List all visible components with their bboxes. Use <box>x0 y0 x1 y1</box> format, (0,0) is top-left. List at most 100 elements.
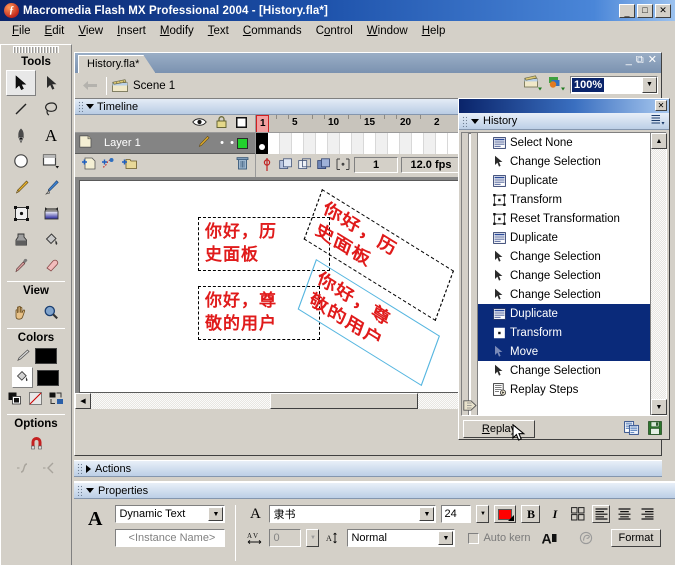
history-item[interactable]: Transform <box>478 190 650 209</box>
doc-minimize-button[interactable]: _ <box>626 54 632 67</box>
line-tool[interactable] <box>6 96 36 122</box>
center-frame-button[interactable] <box>259 156 275 173</box>
history-item[interactable]: Select None <box>478 133 650 152</box>
lock-icon[interactable] <box>216 116 227 131</box>
history-item-selected[interactable]: Duplicate <box>478 304 650 323</box>
outline-icon[interactable] <box>235 116 248 131</box>
layer-row[interactable]: Layer 1 • • <box>75 133 255 154</box>
subselection-tool[interactable] <box>36 70 66 96</box>
menu-help[interactable]: Help <box>415 23 453 39</box>
paint-bucket-tool[interactable] <box>36 226 66 252</box>
keyframe-1[interactable] <box>256 133 268 154</box>
format-button[interactable]: Format <box>610 529 662 547</box>
history-close-icon[interactable]: ✕ <box>655 100 667 111</box>
replay-button[interactable]: Replay <box>463 420 535 438</box>
history-item[interactable]: Change Selection <box>478 152 650 171</box>
text-direction-icon[interactable] <box>569 505 587 523</box>
scene-selector[interactable]: Scene 1 <box>112 79 175 92</box>
edit-multiple-frames-button[interactable] <box>316 156 332 173</box>
history-item-selected[interactable]: Move <box>478 342 650 361</box>
timeline-collapse-arrow[interactable] <box>86 104 94 109</box>
eye-icon[interactable] <box>192 117 207 130</box>
history-collapse-arrow[interactable] <box>471 118 479 124</box>
menu-view[interactable]: View <box>71 23 110 39</box>
timeline-grip[interactable] <box>78 101 83 112</box>
chevron-down-icon[interactable]: ▼ <box>419 507 435 521</box>
text-tool[interactable]: A <box>36 122 66 148</box>
text-color-swatch[interactable] <box>494 505 517 523</box>
menu-modify[interactable]: Modify <box>153 23 201 39</box>
history-undo-slider[interactable] <box>462 133 478 415</box>
history-item[interactable]: Change Selection <box>478 361 650 380</box>
black-and-white-icon[interactable] <box>8 392 22 408</box>
delete-layer-button[interactable] <box>236 156 249 173</box>
history-item[interactable]: Replay Steps <box>478 380 650 399</box>
text-type-select[interactable]: Dynamic Text ▼ <box>115 505 226 523</box>
zoom-combobox[interactable]: 100% ▼ <box>570 75 658 94</box>
panel-options-icon[interactable] <box>651 114 665 129</box>
zoom-dropdown-arrow[interactable]: ▼ <box>642 76 657 93</box>
properties-grip[interactable] <box>77 485 82 496</box>
onion-skin-button[interactable] <box>278 156 294 173</box>
insert-layer-folder-button[interactable] <box>121 157 138 173</box>
back-arrow-icon[interactable] <box>79 77 101 95</box>
actions-expand-arrow[interactable] <box>86 464 91 473</box>
menu-control[interactable]: Control <box>309 23 360 39</box>
chevron-down-icon[interactable]: ▼ <box>208 507 224 521</box>
auto-kern-checkbox[interactable] <box>468 532 480 544</box>
align-right-icon[interactable] <box>638 505 656 523</box>
insert-layer-button[interactable] <box>81 157 97 173</box>
align-center-icon[interactable] <box>615 505 633 523</box>
doc-close-button[interactable]: ✕ <box>648 54 657 67</box>
zoom-level-value[interactable]: 100% <box>572 77 605 92</box>
menu-insert[interactable]: Insert <box>110 23 153 39</box>
history-step-list[interactable]: Select None Change Selection Duplicate T… <box>478 133 650 415</box>
brush-tool[interactable] <box>36 174 66 200</box>
menu-commands[interactable]: Commands <box>236 23 309 39</box>
close-button[interactable]: ✕ <box>655 3 671 18</box>
ink-bottle-tool[interactable] <box>6 226 36 252</box>
history-item[interactable]: Duplicate <box>478 171 650 190</box>
onion-skin-outlines-button[interactable] <box>297 156 313 173</box>
properties-panel-header[interactable]: Properties <box>74 482 675 499</box>
hand-tool[interactable] <box>6 299 36 325</box>
modify-onion-markers-button[interactable] <box>335 156 351 173</box>
eraser-tool[interactable] <box>36 252 66 278</box>
actions-panel-header[interactable]: Actions <box>74 460 662 477</box>
history-item[interactable]: Duplicate <box>478 228 650 247</box>
font-rendering-icon[interactable]: A <box>541 529 559 547</box>
chevron-down-icon[interactable]: ▼ <box>438 531 454 545</box>
menu-window[interactable]: Window <box>360 23 415 39</box>
stroke-color-swatch-wrap[interactable] <box>34 347 58 365</box>
add-motion-guide-button[interactable] <box>101 157 117 173</box>
actions-grip[interactable] <box>77 463 82 474</box>
menu-text[interactable]: Text <box>201 23 236 39</box>
align-left-icon[interactable] <box>592 505 611 523</box>
swap-colors-icon[interactable] <box>49 392 64 408</box>
history-item-selected[interactable]: Transform <box>478 323 650 342</box>
fill-color-swatch[interactable] <box>37 369 59 386</box>
history-vscroll-track[interactable] <box>651 149 666 399</box>
panel-grip[interactable] <box>13 46 59 53</box>
pen-tool[interactable] <box>6 122 36 148</box>
rectangle-tool[interactable] <box>36 148 66 174</box>
edit-scene-icon[interactable] <box>524 75 543 94</box>
fps-field[interactable]: 12.0 fps <box>401 156 461 173</box>
menu-edit[interactable]: Edit <box>38 23 72 39</box>
free-transform-tool[interactable] <box>6 200 36 226</box>
pencil-tool[interactable] <box>6 174 36 200</box>
layer-visibility-dot[interactable]: • <box>217 137 227 149</box>
fill-transform-tool[interactable] <box>36 200 66 226</box>
font-family-select[interactable]: 隶书 ▼ <box>269 505 437 523</box>
playhead-marker[interactable]: 1 <box>256 115 269 132</box>
history-scroll-down-button[interactable]: ▼ <box>651 399 667 415</box>
copy-steps-icon[interactable] <box>624 420 639 438</box>
doc-restore-button[interactable]: ⧉ <box>636 54 644 67</box>
font-size-field[interactable]: 24 <box>441 505 472 523</box>
layer-lock-dot[interactable]: • <box>227 137 237 149</box>
fill-color-swatch-wrap[interactable] <box>36 369 60 387</box>
history-slider-track[interactable] <box>468 133 471 415</box>
history-item[interactable]: Change Selection <box>478 285 650 304</box>
straighten-icon[interactable] <box>41 461 58 478</box>
fill-bucket-icon-wrap[interactable] <box>12 367 33 388</box>
